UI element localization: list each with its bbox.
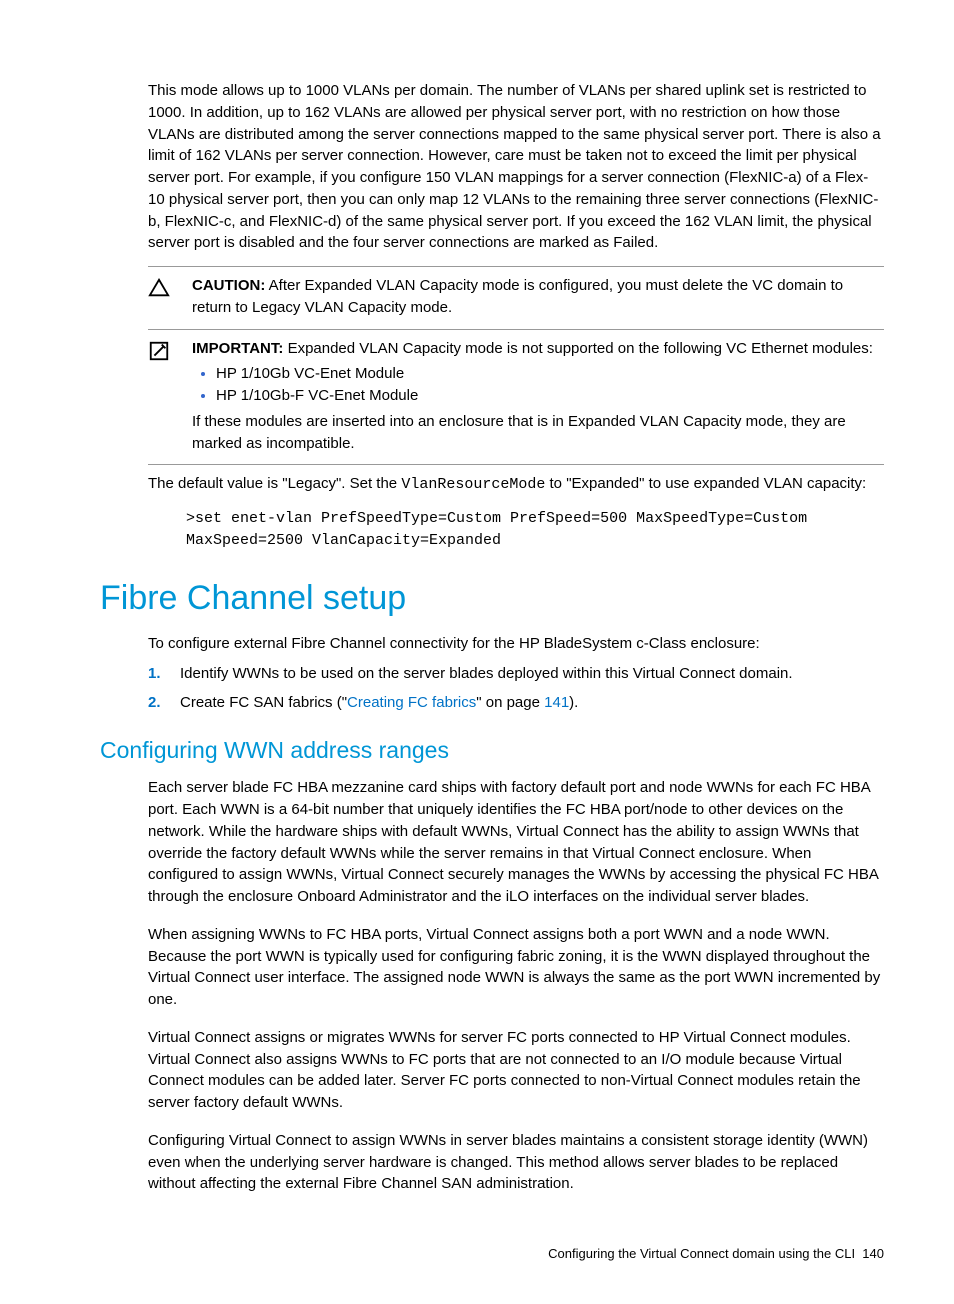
- footer-text: Configuring the Virtual Connect domain u…: [548, 1246, 855, 1261]
- wwn-para-1: Each server blade FC HBA mezzanine card …: [148, 777, 884, 908]
- step-number: 1.: [148, 663, 180, 685]
- important-tail: If these modules are inserted into an en…: [192, 411, 884, 455]
- list-item: HP 1/10Gb VC-Enet Module: [216, 363, 884, 385]
- default-value-sentence: The default value is "Legacy". Set the V…: [148, 473, 884, 496]
- important-callout: IMPORTANT: Expanded VLAN Capacity mode i…: [148, 330, 884, 466]
- caution-text: After Expanded VLAN Capacity mode is con…: [192, 277, 843, 316]
- important-lead: Expanded VLAN Capacity mode is not suppo…: [288, 340, 873, 357]
- link-page-ref[interactable]: 141: [544, 694, 569, 711]
- fc-intro: To configure external Fibre Channel conn…: [148, 633, 884, 655]
- inline-code: VlanResourceMode: [401, 476, 545, 493]
- caution-label: CAUTION:: [192, 277, 265, 294]
- subsection-heading-wwn: Configuring WWN address ranges: [100, 734, 884, 767]
- important-label: IMPORTANT:: [192, 340, 283, 357]
- caution-icon: [148, 275, 192, 319]
- link-creating-fc-fabrics[interactable]: Creating FC fabrics: [347, 694, 476, 711]
- step-number: 2.: [148, 692, 180, 714]
- code-block: >set enet-vlan PrefSpeedType=Custom Pref…: [186, 508, 884, 552]
- caution-callout: CAUTION: After Expanded VLAN Capacity mo…: [148, 266, 884, 330]
- wwn-para-4: Configuring Virtual Connect to assign WW…: [148, 1130, 884, 1195]
- list-item: 1. Identify WWNs to be used on the serve…: [148, 663, 884, 685]
- important-module-list: HP 1/10Gb VC-Enet Module HP 1/10Gb-F VC-…: [216, 363, 884, 407]
- step-text: Identify WWNs to be used on the server b…: [180, 663, 793, 685]
- footer-page-number: 140: [862, 1246, 884, 1261]
- fc-steps-list: 1. Identify WWNs to be used on the serve…: [148, 663, 884, 715]
- section-heading-fibre-channel: Fibre Channel setup: [100, 574, 884, 623]
- intro-paragraph: This mode allows up to 1000 VLANs per do…: [148, 80, 884, 254]
- list-item: HP 1/10Gb-F VC-Enet Module: [216, 385, 884, 407]
- wwn-para-3: Virtual Connect assigns or migrates WWNs…: [148, 1027, 884, 1114]
- wwn-para-2: When assigning WWNs to FC HBA ports, Vir…: [148, 924, 884, 1011]
- list-item: 2. Create FC SAN fabrics ("Creating FC f…: [148, 692, 884, 714]
- page-footer: Configuring the Virtual Connect domain u…: [100, 1245, 884, 1264]
- important-icon: [148, 338, 192, 455]
- step-text: Create FC SAN fabrics ("Creating FC fabr…: [180, 692, 578, 714]
